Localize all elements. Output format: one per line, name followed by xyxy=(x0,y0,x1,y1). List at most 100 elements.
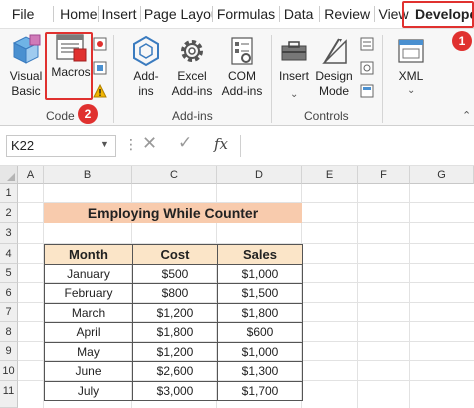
select-all-button[interactable] xyxy=(0,166,18,184)
group-separator xyxy=(271,35,272,123)
table-cell[interactable]: $3,000 xyxy=(132,380,218,401)
formula-input[interactable] xyxy=(240,135,474,157)
table-cell[interactable]: $1,500 xyxy=(217,283,303,304)
table-row: July $3,000 $1,700 xyxy=(44,380,303,401)
macros-button-highlight xyxy=(45,32,93,100)
table-cell[interactable]: July xyxy=(44,380,133,401)
name-box-chevron-icon[interactable]: ▼ xyxy=(100,139,109,149)
table-cell[interactable]: June xyxy=(44,361,133,382)
xml-button[interactable]: XML xyxy=(393,35,429,84)
sheet-title-cell[interactable]: Employing While Counter xyxy=(44,203,302,223)
chevron-down-icon[interactable]: ⌄ xyxy=(407,85,415,96)
visual-basic-button[interactable]: Visual Basic xyxy=(6,33,46,99)
row-header-10[interactable]: 10 xyxy=(0,361,18,381)
row-header-5[interactable]: 5 xyxy=(0,264,18,283)
row-header-7[interactable]: 7 xyxy=(0,303,18,322)
table-cell[interactable]: April xyxy=(44,322,133,343)
table-cell[interactable]: $1,000 xyxy=(217,341,303,362)
more-options-icon[interactable]: ⋮ xyxy=(124,136,138,153)
design-mode-line2: Mode xyxy=(318,84,350,98)
table-cell[interactable]: $500 xyxy=(132,263,218,284)
table-row: May $1,200 $1,000 xyxy=(44,341,303,362)
com-add-ins-button[interactable]: COM Add-ins xyxy=(216,35,268,99)
record-macro-icon[interactable] xyxy=(93,37,107,51)
tab-review[interactable]: Review xyxy=(320,0,373,28)
developer-tab-highlight xyxy=(402,1,474,28)
row-header-8[interactable]: 8 xyxy=(0,322,18,342)
gear-icon xyxy=(181,40,203,62)
tab-insert[interactable]: Insert xyxy=(99,0,140,28)
table-cell[interactable]: $1,200 xyxy=(132,341,218,362)
row-header-1[interactable]: 1 xyxy=(0,184,18,203)
excel-add-ins-button[interactable]: Excel Add-ins xyxy=(167,35,217,99)
add-ins-button[interactable]: Add- ins xyxy=(124,35,168,99)
table-cell[interactable]: $2,600 xyxy=(132,361,218,382)
table-cell[interactable]: $600 xyxy=(217,322,303,343)
header-cell-month[interactable]: Month xyxy=(44,244,133,265)
design-mode-button[interactable]: Design Mode xyxy=(312,35,356,99)
data-table: Month Cost Sales January $500 $1,000 Feb… xyxy=(44,244,303,401)
visual-basic-line1: Visual xyxy=(9,69,43,83)
table-row: January $500 $1,000 xyxy=(44,263,303,284)
cancel-icon[interactable]: ✕ xyxy=(142,133,157,154)
worksheet-grid[interactable]: A B C D E F G 1 2 3 4 5 6 7 8 9 10 11 Em… xyxy=(0,166,474,408)
enter-icon[interactable]: ✓ xyxy=(178,133,192,153)
tab-page-layout[interactable]: Page Layou xyxy=(141,0,212,28)
column-header-b[interactable]: B xyxy=(44,166,132,184)
table-cell[interactable]: February xyxy=(44,283,133,304)
table-cell[interactable]: $1,000 xyxy=(217,263,303,284)
tab-formulas[interactable]: Formulas xyxy=(213,0,279,28)
excel-add-ins-line1: Excel xyxy=(177,69,207,83)
relative-references-icon[interactable] xyxy=(93,61,107,75)
gridline xyxy=(357,184,358,408)
insert-control-label: Insert xyxy=(278,69,309,83)
table-header-row: Month Cost Sales xyxy=(44,244,303,265)
table-cell[interactable]: $1,200 xyxy=(132,302,218,323)
column-header-d[interactable]: D xyxy=(217,166,302,184)
com-add-ins-icon xyxy=(231,37,253,65)
column-header-f[interactable]: F xyxy=(358,166,410,184)
row-header-2[interactable]: 2 xyxy=(0,203,18,223)
insert-control-button[interactable]: Insert xyxy=(276,35,312,84)
table-cell[interactable]: May xyxy=(44,341,133,362)
macro-security-warning-icon[interactable] xyxy=(93,84,107,98)
tab-data[interactable]: Data xyxy=(280,0,319,28)
table-cell[interactable]: January xyxy=(44,263,133,284)
row-header-3[interactable]: 3 xyxy=(0,223,18,244)
row-header-4[interactable]: 4 xyxy=(0,244,18,264)
column-header-c[interactable]: C xyxy=(132,166,217,184)
column-header-e[interactable]: E xyxy=(302,166,358,184)
column-header-a[interactable]: A xyxy=(18,166,44,184)
table-cell[interactable]: $1,800 xyxy=(217,302,303,323)
gridline xyxy=(409,184,410,408)
chevron-down-icon[interactable]: ⌄ xyxy=(290,89,298,100)
insert-function-button[interactable]: fx xyxy=(214,135,228,153)
table-row: April $1,800 $600 xyxy=(44,322,303,343)
tab-file[interactable]: File xyxy=(12,0,53,28)
collapse-ribbon-icon[interactable]: ⌃ xyxy=(462,109,471,122)
add-ins-group-label: Add-ins xyxy=(172,109,213,123)
step-badge-1: 1 xyxy=(452,31,472,51)
column-header-g[interactable]: G xyxy=(410,166,474,184)
view-code-icon[interactable] xyxy=(360,61,374,75)
add-ins-line2: ins xyxy=(138,84,154,98)
table-cell[interactable]: $800 xyxy=(132,283,218,304)
visual-basic-line2: Basic xyxy=(11,84,41,98)
run-dialog-icon[interactable] xyxy=(360,84,374,98)
table-cell[interactable]: March xyxy=(44,302,133,323)
header-cell-cost[interactable]: Cost xyxy=(132,244,218,265)
excel-add-ins-line2: Add-ins xyxy=(171,84,213,98)
design-mode-line1: Design xyxy=(315,69,353,83)
table-cell[interactable]: $1,800 xyxy=(132,322,218,343)
add-ins-line1: Add- xyxy=(133,69,159,83)
table-cell[interactable]: $1,700 xyxy=(217,380,303,401)
row-header-11[interactable]: 11 xyxy=(0,381,18,408)
table-cell[interactable]: $1,300 xyxy=(217,361,303,382)
header-cell-sales[interactable]: Sales xyxy=(217,244,303,265)
row-header-6[interactable]: 6 xyxy=(0,283,18,303)
row-header-9[interactable]: 9 xyxy=(0,342,18,361)
xml-icon xyxy=(398,39,424,63)
tab-home[interactable]: Home xyxy=(54,0,97,28)
properties-icon[interactable] xyxy=(360,37,374,51)
controls-group-label: Controls xyxy=(304,109,349,123)
